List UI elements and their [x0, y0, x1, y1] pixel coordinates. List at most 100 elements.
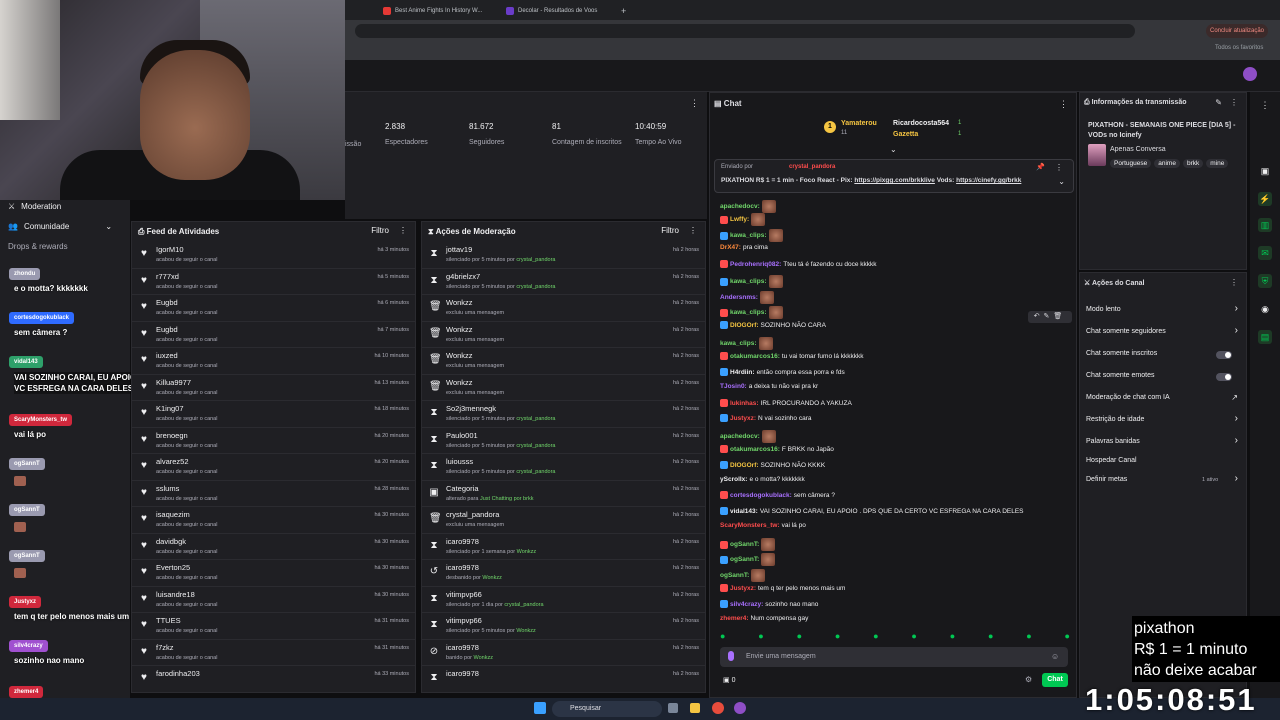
- chat-username[interactable]: ogSannT:: [730, 541, 759, 548]
- chat-message[interactable]: H4rdiin: então compra essa porra e fds: [720, 368, 845, 376]
- activity-username[interactable]: Everton25: [156, 563, 190, 572]
- moderation-target[interactable]: jottav19: [446, 245, 472, 254]
- moderator-name[interactable]: crystal_pandora: [516, 257, 555, 263]
- activity-row[interactable]: ♥ Everton25 acabou de seguir o canal há 30 …: [132, 560, 415, 587]
- moderator-name[interactable]: crystal_pandora: [516, 416, 555, 422]
- bookmarks-folder[interactable]: Todos os favoritos: [1215, 45, 1263, 51]
- edit-icon[interactable]: ✎: [1215, 98, 1222, 107]
- chat-message[interactable]: Andersnms:: [720, 291, 774, 304]
- chat-username[interactable]: ogSannT:: [720, 572, 749, 579]
- emoji-icon[interactable]: ☺: [1051, 652, 1059, 661]
- more-options-icon[interactable]: ⋮: [690, 98, 699, 109]
- chat-message[interactable]: Justyxz: N vai sozinho cara: [720, 414, 812, 422]
- moderation-row[interactable]: ⧗ jottav19 silenciado por 5 minutos por cr…: [422, 242, 705, 269]
- chat-message[interactable]: otakumarcos16: tu vai tomar fumo lá kkkk…: [720, 352, 864, 360]
- chat-message[interactable]: zhemer4: Num compensa gay: [720, 615, 808, 622]
- moderation-row[interactable]: ⧗ luiousss silenciado por 5 minutos por cr…: [422, 454, 705, 481]
- chat-message[interactable]: ogSannT:: [720, 569, 766, 582]
- moderation-target[interactable]: crystal_pandora: [446, 510, 499, 519]
- activity-row[interactable]: ♥ luisandre18 acabou de seguir o canal há 3…: [132, 587, 415, 613]
- chat-username[interactable]: Justyxz:: [730, 585, 756, 592]
- chat-username[interactable]: yScrollx:: [720, 476, 747, 483]
- chat-username[interactable]: zhemer4:: [720, 615, 749, 622]
- moderation-row[interactable]: ⧗ g4brielzx7 silenciado por 5 minutos por …: [422, 269, 705, 295]
- activity-username[interactable]: isaquezim: [156, 510, 190, 519]
- activity-username[interactable]: luisandre18: [156, 590, 195, 599]
- activity-row[interactable]: ♥ brenoegn acabou de seguir o canal há 20 m…: [132, 428, 415, 454]
- activity-filter-button[interactable]: Filtro: [371, 226, 389, 235]
- chevron-right-icon[interactable]: ›: [1235, 435, 1238, 446]
- chat-username[interactable]: silv4crazy:: [730, 601, 763, 608]
- moderation-row[interactable]: 🗑 Wonkzz excluiu uma mensagem há 2 horas: [422, 375, 705, 401]
- shield-icon[interactable]: ⛨: [1258, 274, 1272, 288]
- chat-username[interactable]: otakumarcos16:: [730, 446, 780, 453]
- moderation-row[interactable]: ⧗ So2j3mennegk silenciado por 5 minutos po…: [422, 401, 705, 428]
- channel-action-modo-lento[interactable]: Modo lento: [1086, 306, 1121, 313]
- channel-action-chat-somente-emotes[interactable]: Chat somente emotes: [1086, 372, 1154, 379]
- file-explorer-icon[interactable]: [690, 703, 700, 713]
- activity-username[interactable]: Eugbd: [156, 325, 178, 334]
- moderation-target[interactable]: luiousss: [446, 457, 473, 466]
- activity-username[interactable]: Killua9977: [156, 378, 191, 387]
- moderator-name[interactable]: crystal_pandora: [504, 602, 543, 608]
- moderation-row[interactable]: ⧗ vitimpvp66 silenciado por 1 dia por crys…: [422, 587, 705, 613]
- chat-message[interactable]: otakumarcos16: F BRKK no Japão: [720, 445, 834, 453]
- moderation-target[interactable]: vitimpvp66: [446, 590, 482, 599]
- moderation-target[interactable]: icaro9978: [446, 669, 479, 678]
- activity-username[interactable]: brenoegn: [156, 431, 188, 440]
- chat-username[interactable]: apachedocv:: [720, 433, 760, 440]
- address-bar[interactable]: [355, 24, 1135, 38]
- chat-username[interactable]: cortesdogokublack:: [730, 492, 792, 499]
- activity-username[interactable]: davidbgk: [156, 537, 186, 546]
- category-name[interactable]: Apenas Conversa: [1110, 146, 1166, 153]
- moderation-row[interactable]: 🗑 Wonkzz excluiu uma mensagem há 2 horas: [422, 322, 705, 348]
- chat-username[interactable]: kawa_clips:: [720, 340, 757, 347]
- moderation-target[interactable]: Paulo001: [446, 431, 478, 440]
- chat-message[interactable]: lukinhas: IRL PROCURANDO A YAKUZA: [720, 399, 852, 407]
- activity-username[interactable]: IgorM10: [156, 245, 184, 254]
- app-icon[interactable]: [734, 702, 746, 714]
- category-thumbnail[interactable]: [1088, 144, 1106, 166]
- chat-username[interactable]: DIOGOrf:: [730, 322, 759, 329]
- sidebar-item-moderation[interactable]: ⚔ Moderation: [8, 202, 61, 211]
- chat-username[interactable]: vidal143:: [730, 508, 758, 515]
- moderation-target[interactable]: Wonkzz: [446, 298, 473, 307]
- chat-username[interactable]: DrX47:: [720, 244, 741, 251]
- more-options-icon[interactable]: ⋮: [399, 226, 407, 235]
- activity-row[interactable]: ♥ K1ing07 acabou de seguir o canal há 18 mi…: [132, 401, 415, 428]
- toggle-switch[interactable]: [1216, 351, 1232, 359]
- chat-username[interactable]: ogSannT:: [730, 556, 759, 563]
- new-tab-button[interactable]: +: [615, 3, 629, 18]
- activity-row[interactable]: ♥ TTUES acabou de seguir o canal há 31 minu…: [132, 613, 415, 640]
- activity-row[interactable]: ♥ Eugbd acabou de seguir o canal há 6 minut…: [132, 295, 415, 322]
- channel-action-hospedar-canal[interactable]: Hospedar Canal: [1086, 457, 1137, 464]
- chat-username[interactable]: Justyxz:: [730, 415, 756, 422]
- moderation-target[interactable]: Wonkzz: [446, 351, 473, 360]
- moderation-target[interactable]: vitimpvp66: [446, 616, 482, 625]
- activity-row[interactable]: ♥ farodinha203 há 33 minutos: [132, 666, 415, 693]
- moderation-row[interactable]: 🗑 Wonkzz excluiu uma mensagem há 2 horas: [422, 348, 705, 375]
- activity-row[interactable]: ♥ sslums acabou de seguir o canal há 28 min…: [132, 481, 415, 507]
- activity-row[interactable]: ♥ IgorM10 acabou de seguir o canal há 3 min…: [132, 242, 415, 269]
- activity-username[interactable]: alvarez52: [156, 457, 189, 466]
- chat-username[interactable]: DIOGOrf:: [730, 462, 759, 469]
- chat-username[interactable]: kawa_clips:: [730, 309, 767, 316]
- activity-username[interactable]: TTUES: [156, 616, 181, 625]
- moderator-name[interactable]: crystal_pandora: [516, 443, 555, 449]
- moderation-target[interactable]: Wonkzz: [446, 325, 473, 334]
- activity-username[interactable]: sslums: [156, 484, 179, 493]
- moderation-target[interactable]: Wonkzz: [446, 378, 473, 387]
- chat-message[interactable]: cortesdogokublack: sem câmera ?: [720, 491, 835, 499]
- tag[interactable]: mine: [1206, 159, 1229, 168]
- update-button[interactable]: Concluir atualização: [1206, 24, 1268, 38]
- activity-username[interactable]: iuxzed: [156, 351, 178, 360]
- activity-row[interactable]: ♥ f7zkz acabou de seguir o canal há 31 minu…: [132, 640, 415, 666]
- broadcast-icon[interactable]: ◉: [1258, 302, 1272, 316]
- channel-action-chat-somente-seguidores[interactable]: Chat somente seguidores: [1086, 328, 1166, 335]
- chat-username[interactable]: Lwffy:: [730, 216, 749, 223]
- moderation-target[interactable]: icaro9978: [446, 643, 479, 652]
- moderation-row[interactable]: 🗑 Wonkzz excluiu uma mensagem há 2 horas: [422, 295, 705, 322]
- activity-row[interactable]: ♥ r777xd acabou de seguir o canal há 5 minu…: [132, 269, 415, 295]
- chrome-icon[interactable]: [712, 702, 724, 714]
- channel-action-chat-somente-inscritos[interactable]: Chat somente inscritos: [1086, 350, 1157, 357]
